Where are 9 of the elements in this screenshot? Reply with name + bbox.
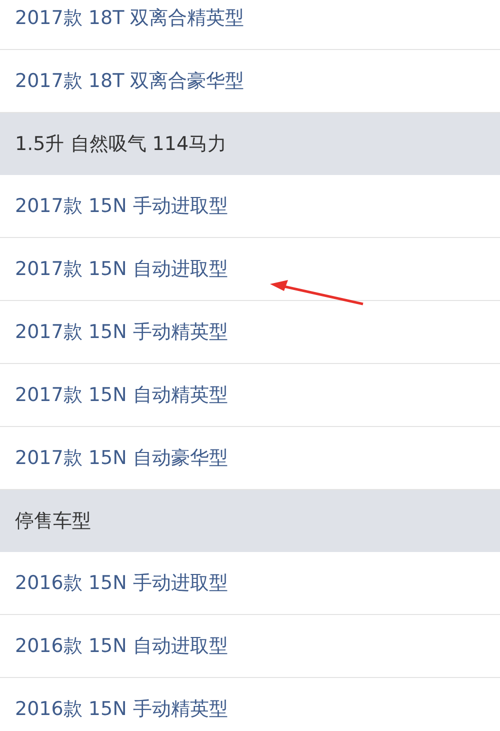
- list-item[interactable]: 2016款 15N 手动精英型: [0, 678, 500, 731]
- section-header: 停售车型: [0, 490, 500, 552]
- list-item[interactable]: 2017款 18T 双离合精英型: [0, 0, 500, 50]
- list-item[interactable]: 2017款 15N 自动精英型: [0, 364, 500, 427]
- section-header: 1.5升 自然吸气 114马力: [0, 113, 500, 175]
- list-item[interactable]: 2017款 15N 手动精英型: [0, 301, 500, 364]
- list-item[interactable]: 2016款 15N 手动进取型: [0, 552, 500, 615]
- list-item[interactable]: 2017款 15N 手动进取型: [0, 175, 500, 238]
- list-item[interactable]: 2016款 15N 自动进取型: [0, 615, 500, 678]
